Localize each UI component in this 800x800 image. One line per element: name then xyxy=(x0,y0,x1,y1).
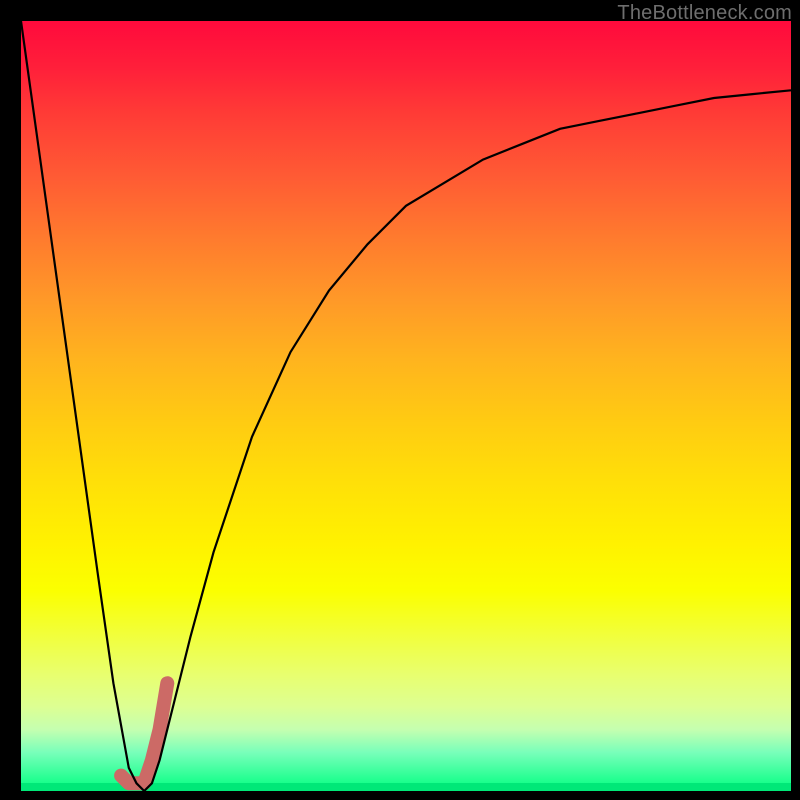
figure-stage: TheBottleneck.com xyxy=(0,0,800,800)
curve-path xyxy=(21,21,791,791)
chart-svg xyxy=(0,0,800,800)
